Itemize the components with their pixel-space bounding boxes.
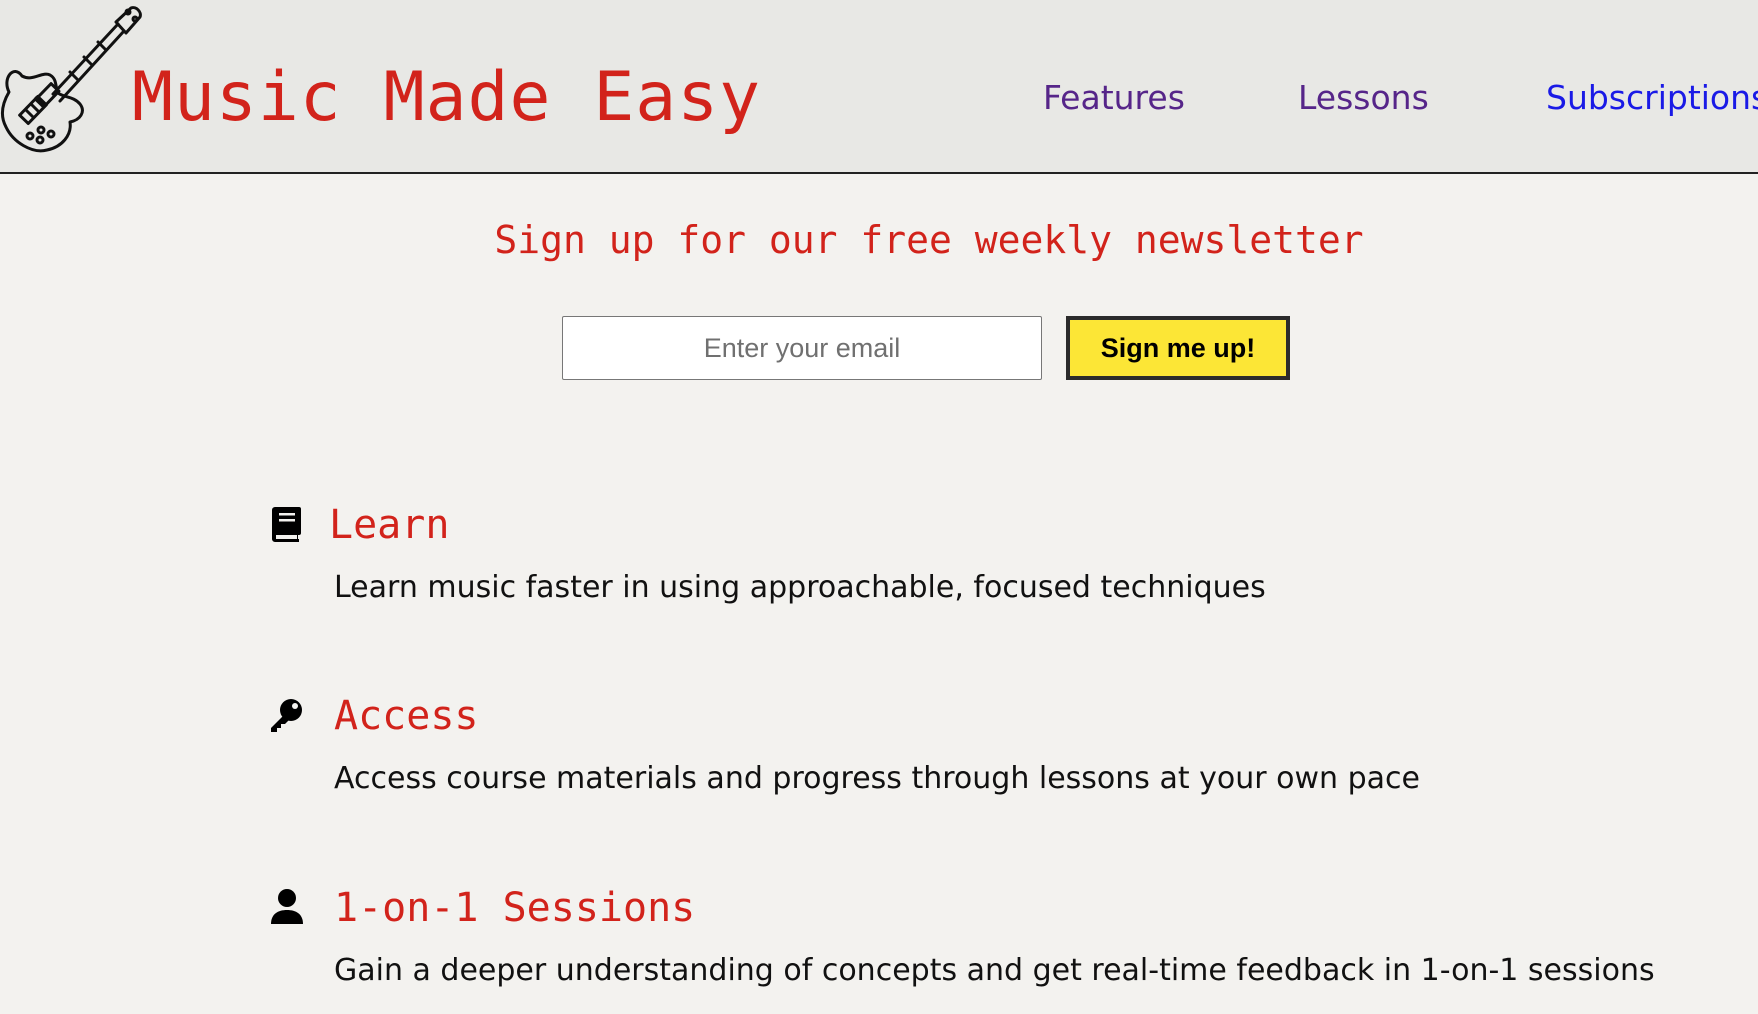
feature-description: Learn music faster in using approachable…	[334, 570, 1266, 605]
nav-subscriptions-link[interactable]: Subscriptions	[1546, 76, 1758, 120]
site-header: Music Made Easy Features Lessons Subscri…	[0, 0, 1758, 174]
brand-title[interactable]: Music Made Easy	[132, 57, 761, 139]
sign-up-button[interactable]: Sign me up!	[1066, 316, 1290, 380]
nav-features-link[interactable]: Features	[1043, 76, 1185, 120]
email-field[interactable]	[562, 316, 1042, 380]
nav-lessons-link[interactable]: Lessons	[1298, 76, 1429, 120]
feature-description: Gain a deeper understanding of concepts …	[334, 953, 1655, 988]
newsletter-title: Sign up for our free weekly newsletter	[494, 218, 1364, 262]
electric-guitar-icon[interactable]	[0, 4, 146, 154]
book-icon	[272, 507, 301, 542]
feature-description: Access course materials and progress thr…	[334, 761, 1420, 796]
key-icon	[271, 699, 302, 732]
feature-title: 1-on-1 Sessions	[334, 885, 696, 931]
user-icon	[271, 889, 303, 924]
feature-title: Access	[334, 693, 479, 739]
feature-title: Learn	[329, 502, 450, 548]
